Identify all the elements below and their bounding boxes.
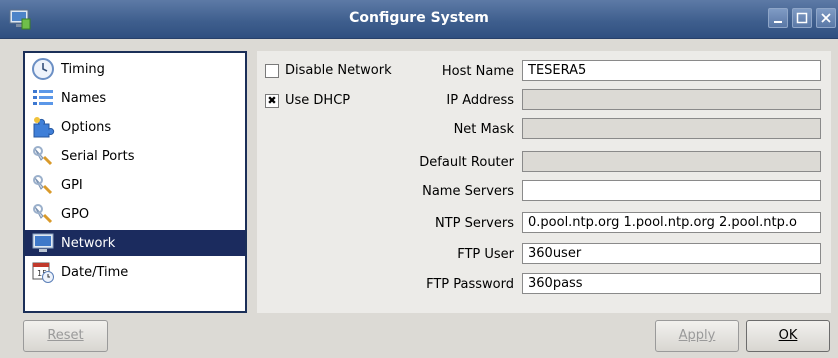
ip-address-input (522, 89, 821, 110)
wrench-icon (33, 146, 53, 166)
default-router-input (522, 151, 821, 172)
net-mask-label: Net Mask (453, 122, 514, 137)
checkbox-box[interactable] (265, 63, 279, 78)
ip-address-label: IP Address (446, 93, 514, 108)
close-icon (821, 13, 831, 23)
checkbox-box[interactable]: ✖ (265, 93, 279, 108)
category-list[interactable]: Timing Names Options Serial Ports GPI GP… (23, 51, 247, 313)
reset-button-label: Reset (47, 328, 84, 343)
wrench-icon (33, 175, 53, 195)
sidebar-item-label: Serial Ports (61, 148, 135, 164)
sidebar-item-date-time[interactable]: 15 Date/Time (31, 259, 243, 285)
sidebar-item-label: GPO (61, 206, 90, 222)
ftp-password-input[interactable]: 360pass (522, 273, 821, 294)
host-name-label: Host Name (441, 64, 514, 79)
default-router-label: Default Router (419, 155, 514, 170)
ftp-user-input[interactable]: 360user (522, 243, 821, 264)
apply-button-label: Apply (678, 328, 716, 343)
sidebar-item-label: Options (61, 119, 112, 135)
maximize-button[interactable] (792, 8, 812, 28)
maximize-icon (796, 12, 808, 24)
window-title: Configure System (349, 10, 489, 26)
close-button[interactable] (816, 8, 836, 28)
sidebar-item-gpi[interactable]: GPI (31, 172, 243, 198)
wrench-icon (33, 204, 53, 224)
ntp-servers-label: NTP Servers (434, 216, 514, 231)
sidebar-item-network[interactable]: Network (25, 230, 245, 256)
name-servers-input[interactable] (522, 180, 821, 201)
ok-button[interactable]: OK (746, 320, 830, 352)
sidebar-item-label: Names (61, 90, 107, 106)
ftp-user-label: FTP User (457, 247, 514, 262)
clock-icon (32, 58, 54, 80)
monitor-icon (32, 233, 54, 252)
use-dhcp-checkbox[interactable]: ✖ Use DHCP (265, 93, 350, 108)
list-icon (33, 90, 53, 105)
sidebar-item-names[interactable]: Names (31, 85, 243, 111)
sidebar-item-label: Timing (61, 61, 105, 77)
minimize-icon (774, 21, 782, 23)
title-bar[interactable]: Configure System (0, 0, 838, 39)
ok-button-label: OK (778, 328, 798, 343)
sidebar-item-label: Network (61, 235, 116, 251)
sidebar-item-label: Date/Time (61, 264, 129, 280)
host-name-input[interactable]: TESERA5 (522, 60, 821, 81)
ntp-servers-input[interactable]: 0.pool.ntp.org 1.pool.ntp.org 2.pool.ntp… (522, 212, 821, 233)
calendar-clock-icon: 15 (32, 262, 54, 283)
apply-button[interactable]: Apply (655, 320, 739, 352)
minimize-button[interactable] (768, 8, 788, 28)
reset-button[interactable]: Reset (23, 320, 108, 352)
puzzle-icon (33, 117, 55, 138)
net-mask-input (522, 118, 821, 139)
sidebar-item-label: GPI (61, 177, 83, 193)
sidebar-item-options[interactable]: Options (31, 114, 243, 140)
name-servers-label: Name Servers (422, 184, 514, 199)
sidebar-item-gpo[interactable]: GPO (31, 201, 243, 227)
ftp-password-label: FTP Password (426, 277, 514, 292)
configure-system-window: Configure System Timing Names Options Se… (0, 0, 838, 358)
checkbox-label: Use DHCP (285, 93, 351, 108)
sidebar-item-serial-ports[interactable]: Serial Ports (31, 143, 243, 169)
sidebar-item-timing[interactable]: Timing (31, 56, 243, 82)
